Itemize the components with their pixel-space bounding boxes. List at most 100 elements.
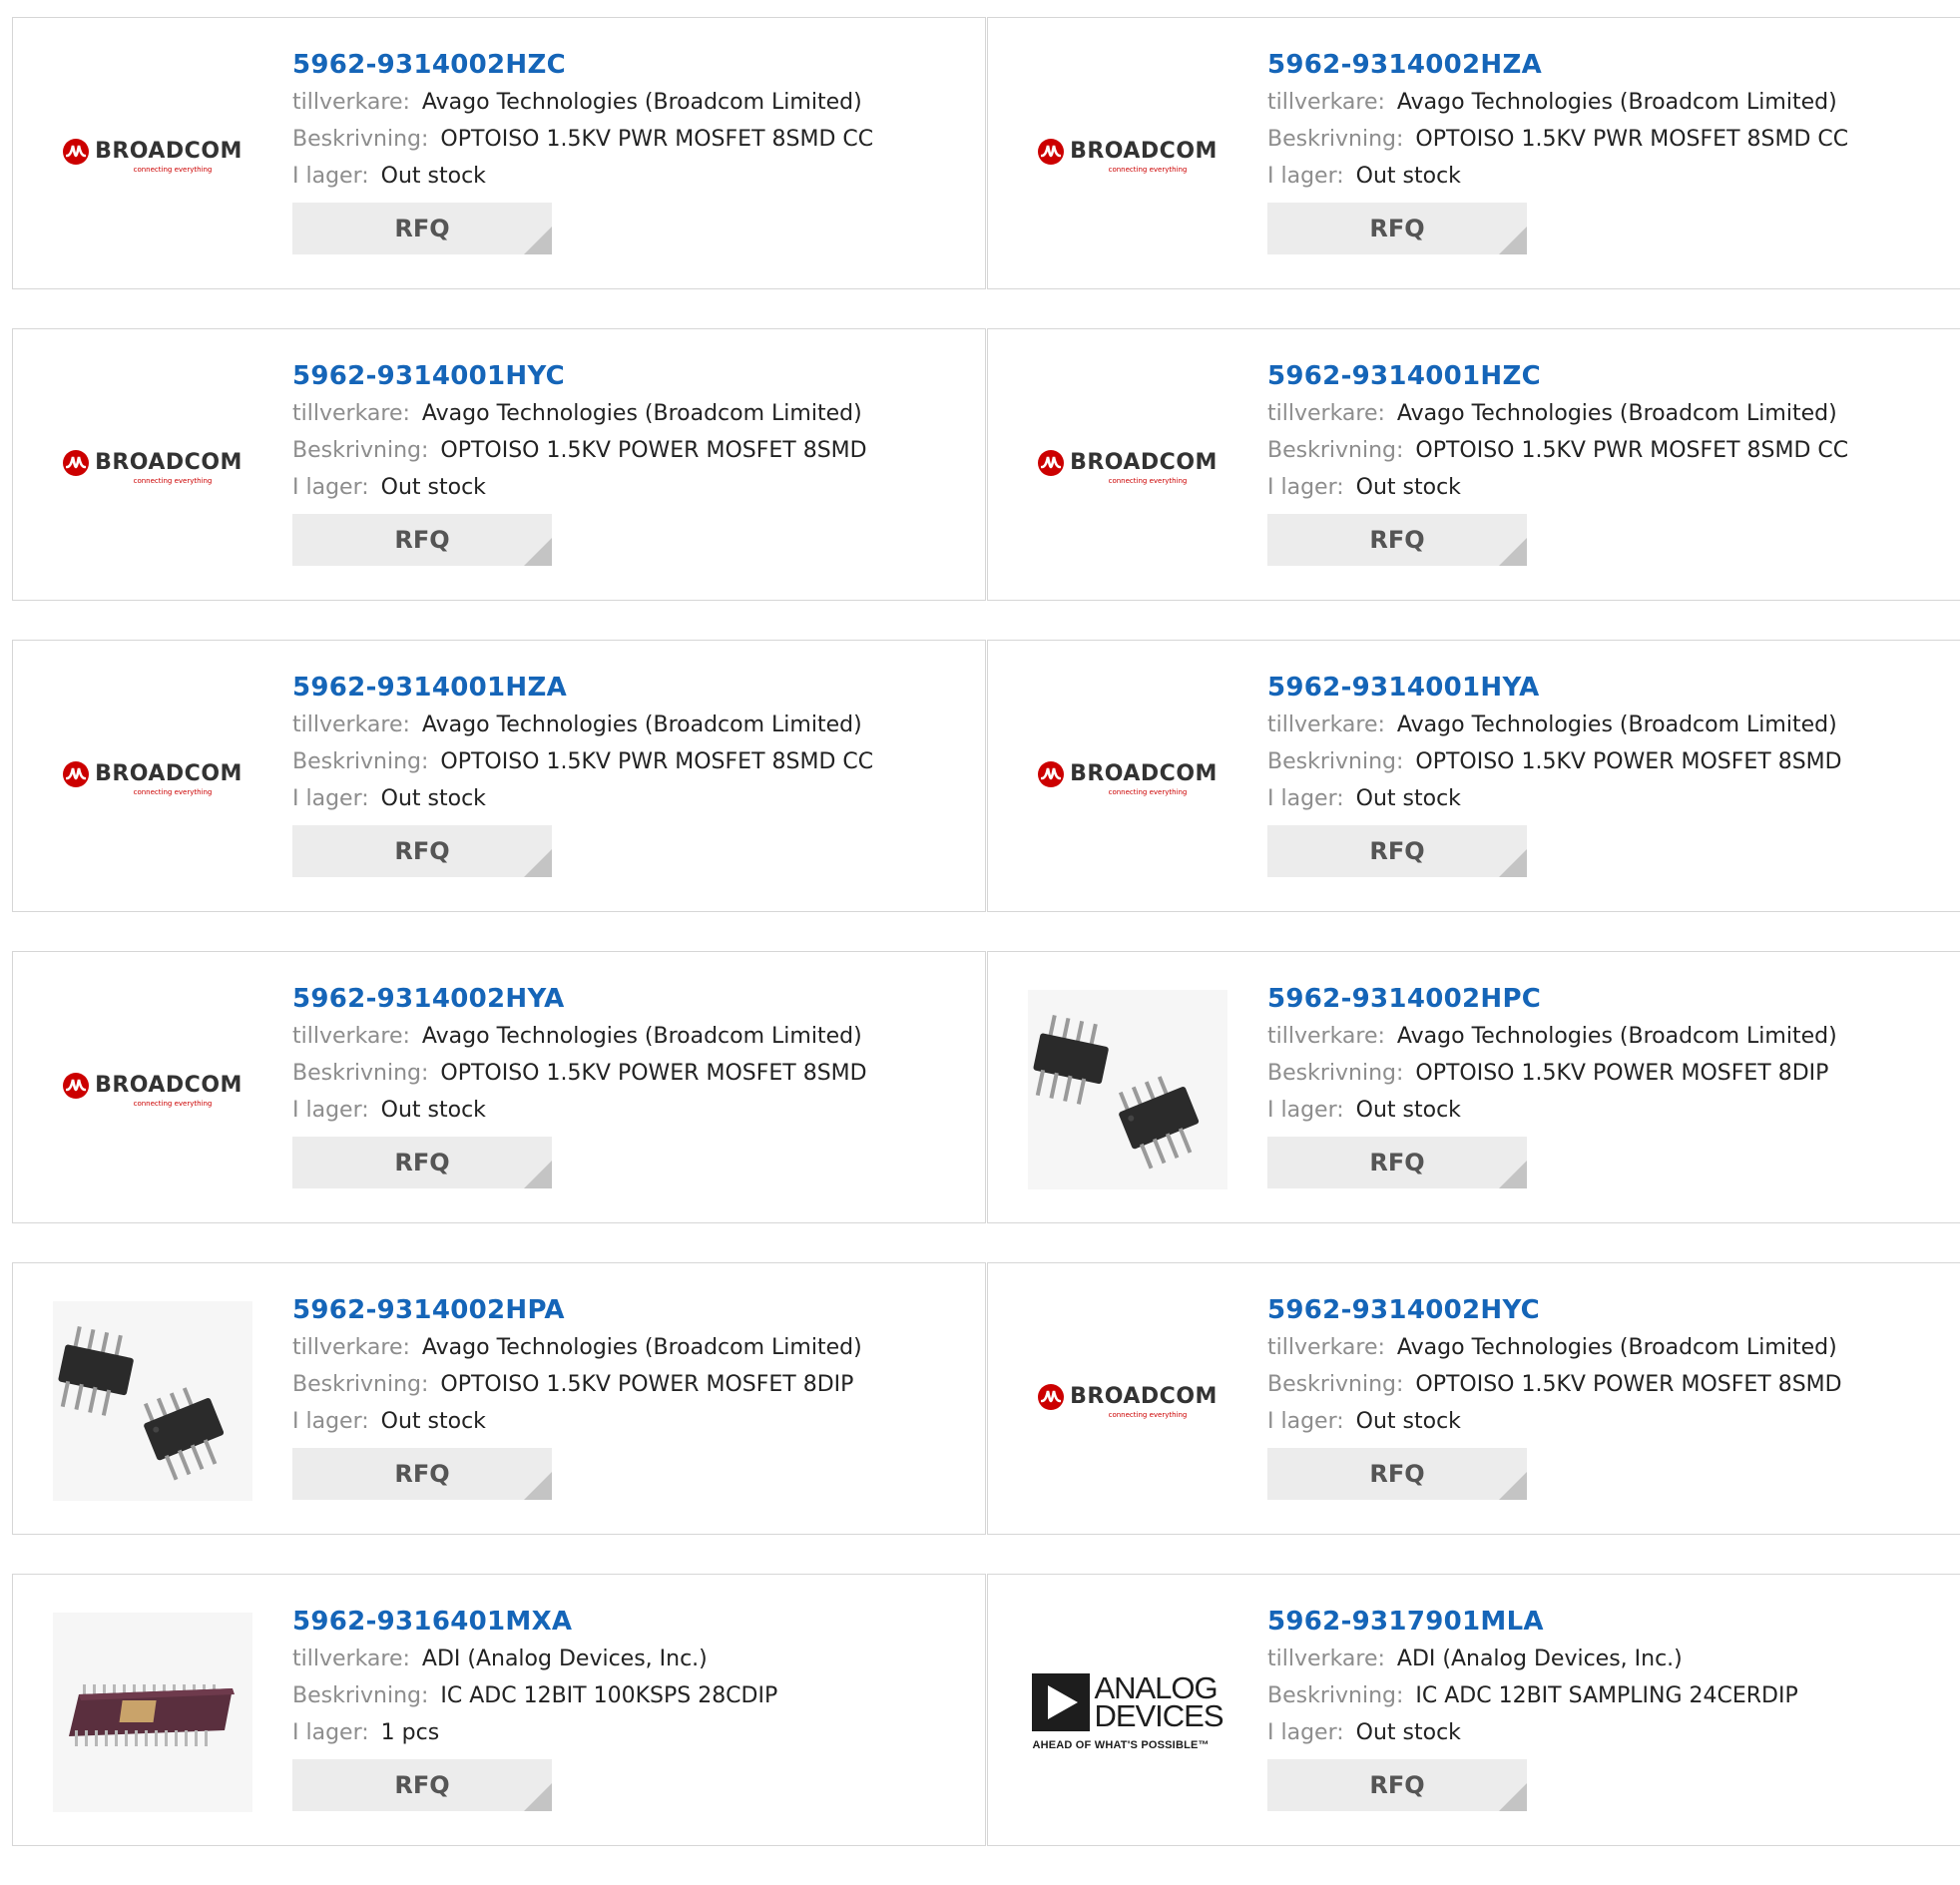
- stock-value: Out stock: [1355, 1098, 1461, 1123]
- description-label: Beskrivning:: [1267, 1372, 1404, 1397]
- stock-value: Out stock: [1355, 1409, 1461, 1434]
- stock-row: I lager: Out stock: [292, 158, 873, 195]
- manufacturer-row: tillverkare: Avago Technologies (Broadcom…: [1267, 1018, 1837, 1055]
- rfq-button-label: RFQ: [1369, 1149, 1425, 1177]
- manufacturer-row: tillverkare: Avago Technologies (Broadcom…: [1267, 707, 1842, 743]
- part-number-link[interactable]: 5962-9314002HYA: [292, 980, 867, 1018]
- stock-label: I lager:: [1267, 1720, 1344, 1745]
- product-image[interactable]: BROADCOM connecting everything: [1028, 679, 1227, 878]
- rfq-button[interactable]: RFQ: [1267, 203, 1527, 254]
- rfq-button[interactable]: RFQ: [1267, 514, 1527, 566]
- part-number-link[interactable]: 5962-9317901MLA: [1267, 1603, 1798, 1641]
- manufacturer-label: tillverkare:: [1267, 1335, 1385, 1360]
- product-image[interactable]: [53, 1613, 252, 1812]
- manufacturer-value: Avago Technologies (Broadcom Limited): [1396, 712, 1837, 737]
- product-info: 5962-9314001HZC tillverkare: Avago Techno…: [1267, 357, 1848, 566]
- rfq-button[interactable]: RFQ: [1267, 1137, 1527, 1188]
- rfq-button-label: RFQ: [1369, 215, 1425, 242]
- rfq-button[interactable]: RFQ: [1267, 1448, 1527, 1500]
- product-image[interactable]: ANALOG DEVICES AHEAD OF WHAT'S POSSIBLE™: [1028, 1613, 1227, 1812]
- description-label: Beskrivning:: [292, 1061, 429, 1086]
- part-number-link[interactable]: 5962-9314002HPC: [1267, 980, 1837, 1018]
- description-value: OPTOISO 1.5KV PWR MOSFET 8SMD CC: [440, 749, 874, 774]
- stock-row: I lager: Out stock: [292, 1403, 862, 1440]
- description-value: IC ADC 12BIT SAMPLING 24CERDIP: [1415, 1683, 1798, 1708]
- broadcom-logo-text: BROADCOM: [1070, 761, 1218, 786]
- product-image[interactable]: BROADCOM connecting everything: [1028, 56, 1227, 255]
- product-card: 5962-9316401MXA tillverkare: ADI (Analog …: [12, 1574, 986, 1846]
- product-image[interactable]: [1028, 990, 1227, 1189]
- rfq-button[interactable]: RFQ: [292, 514, 552, 566]
- manufacturer-label: tillverkare:: [292, 1335, 410, 1360]
- part-number-link[interactable]: 5962-9314001HZC: [1267, 357, 1848, 395]
- rfq-button-label: RFQ: [1369, 837, 1425, 865]
- description-row: Beskrivning: OPTOISO 1.5KV PWR MOSFET 8SM…: [292, 743, 873, 780]
- product-image[interactable]: BROADCOM connecting everything: [53, 990, 252, 1189]
- product-row: BROADCOM connecting everything 5962-9314…: [12, 328, 1960, 603]
- product-image[interactable]: BROADCOM connecting everything: [1028, 1301, 1227, 1501]
- manufacturer-row: tillverkare: Avago Technologies (Broadcom…: [1267, 1329, 1842, 1366]
- part-number-link[interactable]: 5962-9314001HYA: [1267, 669, 1842, 707]
- manufacturer-label: tillverkare:: [292, 1647, 410, 1671]
- broadcom-mark-icon: [1038, 760, 1065, 787]
- rfq-button[interactable]: RFQ: [292, 825, 552, 877]
- manufacturer-value: Avago Technologies (Broadcom Limited): [421, 1335, 862, 1360]
- broadcom-logo: BROADCOM connecting everything: [63, 1072, 243, 1108]
- broadcom-logo-tagline: connecting everything: [133, 1099, 213, 1108]
- analog-devices-tagline: AHEAD OF WHAT'S POSSIBLE™: [1032, 1739, 1210, 1751]
- manufacturer-value: Avago Technologies (Broadcom Limited): [1396, 1024, 1837, 1049]
- rfq-button[interactable]: RFQ: [292, 1448, 552, 1500]
- product-row: BROADCOM connecting everything 5962-9314…: [12, 640, 1960, 914]
- part-number-link[interactable]: 5962-9316401MXA: [292, 1603, 777, 1641]
- part-number-link[interactable]: 5962-9314002HYC: [1267, 1291, 1842, 1329]
- rfq-button[interactable]: RFQ: [1267, 1759, 1527, 1811]
- product-info: 5962-9314002HZA tillverkare: Avago Techno…: [1267, 46, 1848, 254]
- product-image[interactable]: BROADCOM connecting everything: [53, 679, 252, 878]
- manufacturer-label: tillverkare:: [292, 712, 410, 737]
- product-card: BROADCOM connecting everything 5962-9314…: [12, 640, 986, 912]
- rfq-button-label: RFQ: [394, 1460, 450, 1488]
- part-number-link[interactable]: 5962-9314001HYC: [292, 357, 867, 395]
- dip-chips-photo: [1028, 990, 1227, 1189]
- rfq-button[interactable]: RFQ: [1267, 825, 1527, 877]
- stock-label: I lager:: [1267, 1409, 1344, 1434]
- product-info: 5962-9314001HYC tillverkare: Avago Techno…: [292, 357, 867, 566]
- manufacturer-row: tillverkare: Avago Technologies (Broadcom…: [1267, 84, 1848, 121]
- rfq-corner-decoration: [524, 538, 552, 566]
- product-image[interactable]: BROADCOM connecting everything: [1028, 367, 1227, 567]
- stock-value: Out stock: [380, 164, 486, 189]
- manufacturer-row: tillverkare: Avago Technologies (Broadcom…: [292, 84, 873, 121]
- rfq-button[interactable]: RFQ: [292, 1759, 552, 1811]
- manufacturer-row: tillverkare: Avago Technologies (Broadcom…: [292, 395, 867, 432]
- rfq-button-label: RFQ: [394, 837, 450, 865]
- stock-label: I lager:: [1267, 786, 1344, 811]
- rfq-corner-decoration: [524, 1472, 552, 1500]
- part-number-link[interactable]: 5962-9314001HZA: [292, 669, 873, 707]
- stock-value: Out stock: [380, 1098, 486, 1123]
- broadcom-logo-tagline: connecting everything: [133, 476, 213, 485]
- description-row: Beskrivning: IC ADC 12BIT 100KSPS 28CDIP: [292, 1677, 777, 1714]
- product-card: ANALOG DEVICES AHEAD OF WHAT'S POSSIBLE™…: [987, 1574, 1960, 1846]
- description-value: OPTOISO 1.5KV POWER MOSFET 8SMD: [440, 1061, 867, 1086]
- stock-value: Out stock: [1355, 1720, 1461, 1745]
- product-image[interactable]: BROADCOM connecting everything: [53, 56, 252, 255]
- description-row: Beskrivning: OPTOISO 1.5KV POWER MOSFET 8…: [1267, 1055, 1837, 1092]
- stock-value: Out stock: [380, 786, 486, 811]
- product-row: BROADCOM connecting everything 5962-9314…: [12, 951, 1960, 1225]
- broadcom-mark-icon: [63, 138, 90, 165]
- part-number-link[interactable]: 5962-9314002HPA: [292, 1291, 862, 1329]
- rfq-button[interactable]: RFQ: [292, 1137, 552, 1188]
- part-number-link[interactable]: 5962-9314002HZC: [292, 46, 873, 84]
- product-image[interactable]: [53, 1301, 252, 1501]
- rfq-button-label: RFQ: [1369, 1460, 1425, 1488]
- part-number-link[interactable]: 5962-9314002HZA: [1267, 46, 1848, 84]
- rfq-corner-decoration: [524, 1783, 552, 1811]
- product-image[interactable]: BROADCOM connecting everything: [53, 367, 252, 567]
- stock-value: Out stock: [380, 475, 486, 500]
- stock-value: Out stock: [1355, 475, 1461, 500]
- product-card: BROADCOM connecting everything 5962-9314…: [987, 1262, 1960, 1535]
- description-label: Beskrivning:: [1267, 127, 1404, 152]
- stock-row: I lager: Out stock: [1267, 1092, 1837, 1129]
- rfq-button[interactable]: RFQ: [292, 203, 552, 254]
- product-card: BROADCOM connecting everything 5962-9314…: [987, 640, 1960, 912]
